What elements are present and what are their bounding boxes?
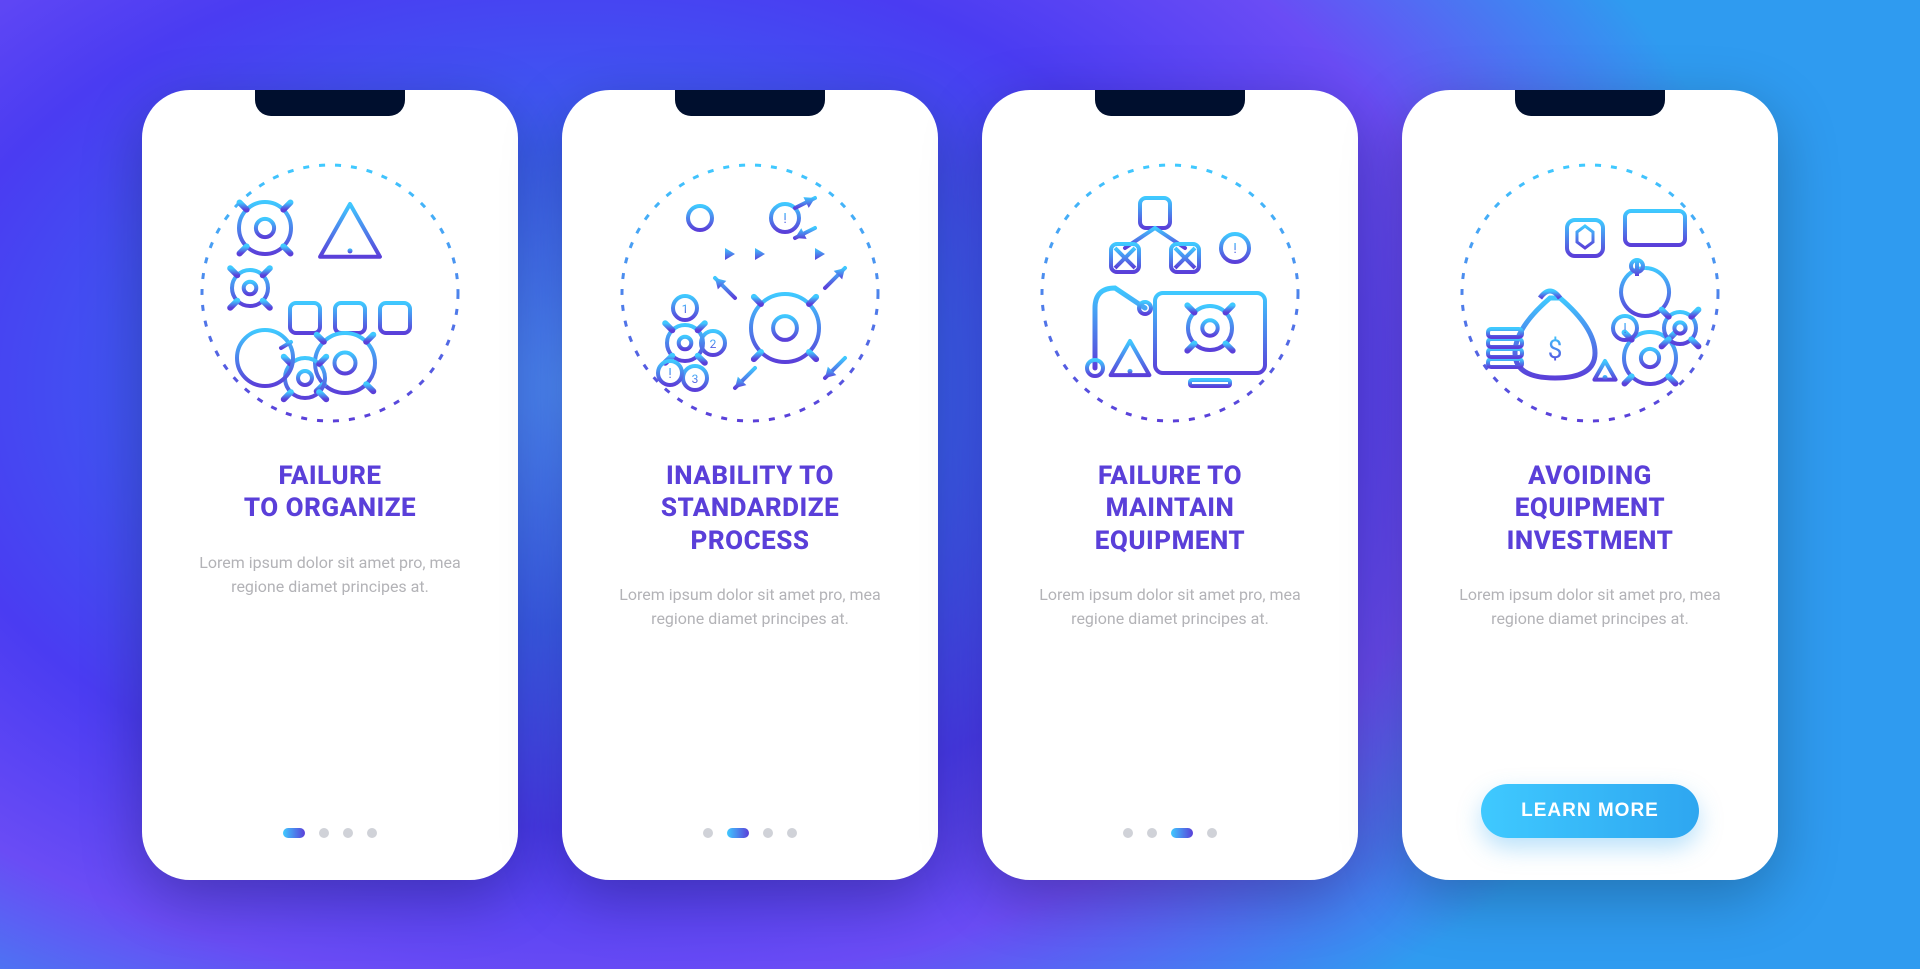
svg-text:!: !	[783, 211, 787, 227]
pagination-dots	[283, 828, 377, 838]
pagination-dot-3[interactable]	[763, 828, 773, 838]
screen-title: AVOIDING EQUIPMENT INVESTMENT	[1507, 460, 1674, 558]
svg-text:$: $	[1548, 335, 1563, 365]
screen-description: Lorem ipsum dolor sit amet pro, mea regi…	[610, 583, 890, 631]
phone-notch	[675, 90, 825, 116]
svg-text:3: 3	[692, 372, 699, 386]
pagination-dot-1[interactable]	[1123, 828, 1133, 838]
pagination-dot-4[interactable]	[1207, 828, 1217, 838]
screen-title: FAILURE TO MAINTAIN EQUIPMENT	[1095, 460, 1245, 558]
pagination-dot-2[interactable]	[319, 828, 329, 838]
phone-screen-failure-to-organize: FAILURE TO ORGANIZE Lorem ipsum dolor sit…	[142, 90, 518, 880]
pagination-dot-4[interactable]	[367, 828, 377, 838]
phone-notch	[255, 90, 405, 116]
svg-text:!: !	[1233, 241, 1237, 257]
pagination-dot-3[interactable]	[1171, 828, 1193, 838]
screen-title: INABILITY TO STANDARDIZE PROCESS	[661, 460, 839, 558]
screen-description: Lorem ipsum dolor sit amet pro, mea regi…	[1450, 583, 1730, 631]
pagination-dot-3[interactable]	[343, 828, 353, 838]
svg-text:!: !	[668, 366, 672, 382]
phone-notch	[1095, 90, 1245, 116]
screen-title: FAILURE TO ORGANIZE	[244, 460, 416, 525]
pagination-dot-2[interactable]	[1147, 828, 1157, 838]
screen-description: Lorem ipsum dolor sit amet pro, mea regi…	[1030, 583, 1310, 631]
svg-text:!: !	[1623, 321, 1627, 337]
standardize-icon: ! 1 2 3 !	[615, 158, 885, 428]
pagination-dots	[1123, 828, 1217, 838]
phone-screen-avoiding-investment: $ ! AVOIDING EQUIPMENT INVESTMENT Lorem i…	[1402, 90, 1778, 880]
investment-icon: $ !	[1455, 158, 1725, 428]
organize-icon	[195, 158, 465, 428]
learn-more-button[interactable]: LEARN MORE	[1481, 784, 1699, 838]
pagination-dot-4[interactable]	[787, 828, 797, 838]
pagination-dots	[703, 828, 797, 838]
phone-screen-failure-to-maintain: ! FAILURE TO MAINTAIN EQUIPMENT Lorem ips…	[982, 90, 1358, 880]
phone-screen-inability-to-standardize: ! 1 2 3 ! INABILITY TO STANDARDIZE PROCE…	[562, 90, 938, 880]
pagination-dot-1[interactable]	[703, 828, 713, 838]
pagination-dot-1[interactable]	[283, 828, 305, 838]
pagination-dot-2[interactable]	[727, 828, 749, 838]
maintain-icon: !	[1035, 158, 1305, 428]
phone-notch	[1515, 90, 1665, 116]
phones-row: FAILURE TO ORGANIZE Lorem ipsum dolor sit…	[142, 90, 1778, 880]
screen-description: Lorem ipsum dolor sit amet pro, mea regi…	[190, 551, 470, 599]
